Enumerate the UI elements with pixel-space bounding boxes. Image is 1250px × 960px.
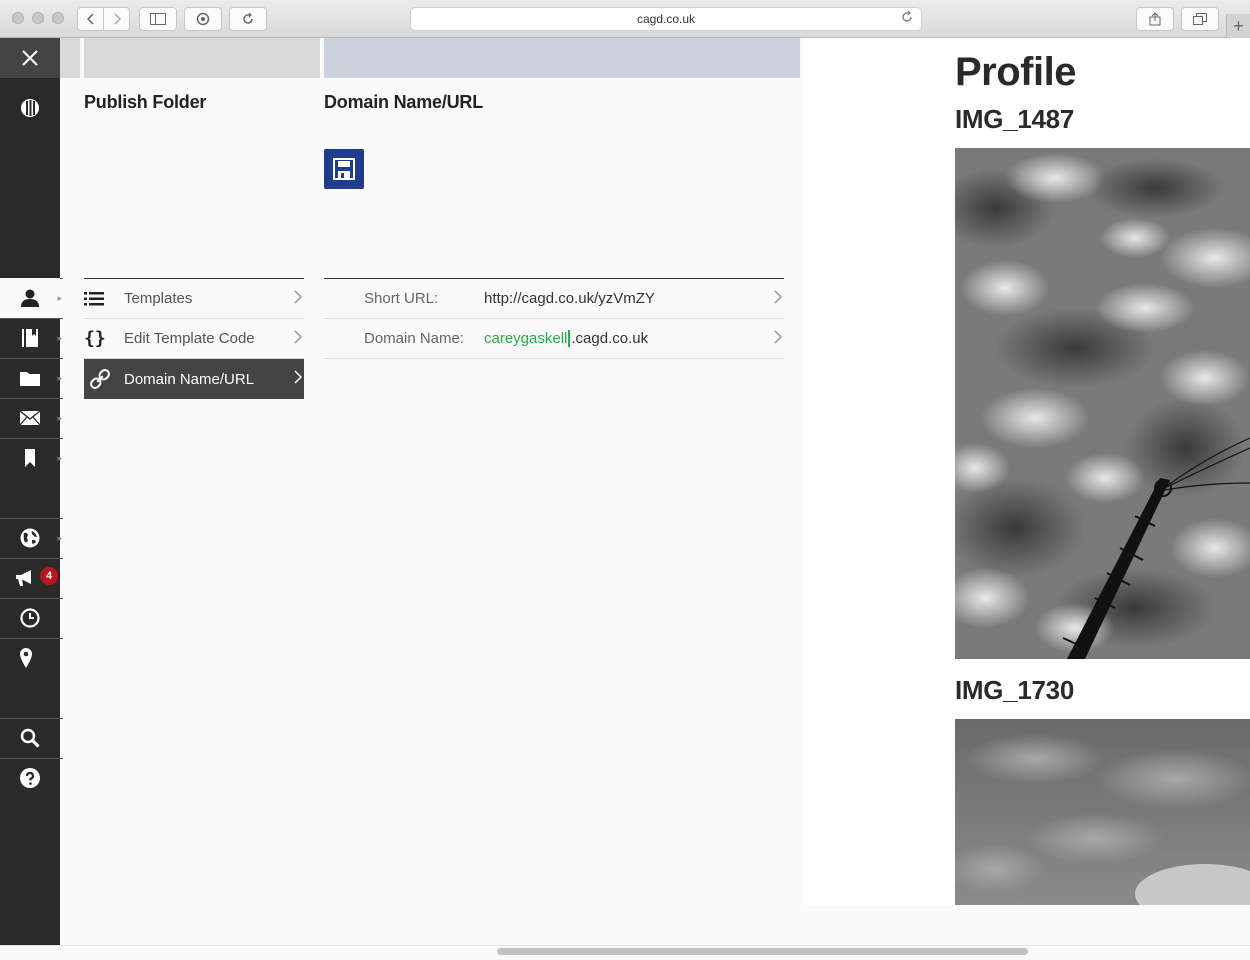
chevron-right-icon xyxy=(774,330,783,347)
image-caption: IMG_1487 xyxy=(955,104,1075,134)
logo-icon[interactable] xyxy=(0,88,60,128)
preview-image-sky[interactable] xyxy=(955,719,1250,905)
link-icon xyxy=(84,369,124,389)
app-sidebar: ▸ ▸ ▸ ▸ ▸ ▸ 4 xyxy=(0,38,63,945)
domain-name-row[interactable]: Domain Name: careygaskell .cagd.co.uk xyxy=(324,319,784,359)
share-icon[interactable] xyxy=(1136,7,1174,31)
address-text: cagd.co.uk xyxy=(636,12,696,26)
refresh-icon[interactable] xyxy=(229,7,267,31)
menu-item-label: Domain Name/URL xyxy=(124,370,255,388)
close-icon[interactable] xyxy=(0,38,60,78)
domain-name-title: Domain Name/URL xyxy=(324,92,484,112)
list-icon xyxy=(84,291,124,307)
address-bar[interactable]: cagd.co.uk xyxy=(410,7,922,31)
globe-icon[interactable]: ▸ xyxy=(0,518,62,558)
chevron-right-icon xyxy=(774,290,783,307)
braces-icon: {} xyxy=(84,328,106,349)
forward-icon[interactable] xyxy=(103,8,129,30)
subdomain-text: careygaskell xyxy=(484,329,568,347)
chevron-right-icon xyxy=(294,330,303,347)
zoom-window-button[interactable] xyxy=(52,12,64,24)
bookmark-icon[interactable]: ▸ xyxy=(0,438,62,478)
new-tab-icon[interactable]: + xyxy=(1226,14,1250,38)
save-button[interactable] xyxy=(324,149,364,189)
close-window-button[interactable] xyxy=(12,12,24,24)
location-pin-icon[interactable] xyxy=(0,638,60,678)
site-preview[interactable]: Profile IMG_1487 IMG_1730 xyxy=(803,38,1250,905)
menu-item-templates[interactable]: Templates xyxy=(84,279,304,319)
notification-badge: 4 xyxy=(40,567,58,585)
column-bar-edge xyxy=(60,38,80,78)
preview-image-clouds-pole[interactable] xyxy=(955,148,1250,659)
help-icon[interactable] xyxy=(0,758,60,798)
short-url-value: http://cagd.co.uk/yzVmZY xyxy=(484,290,655,307)
domain-suffix: .cagd.co.uk xyxy=(571,329,649,347)
publish-menu: Templates {} Edit Template Code Domain N… xyxy=(84,278,304,399)
domain-header-bar xyxy=(324,38,800,78)
folder-icon[interactable]: ▸ xyxy=(0,358,62,398)
megaphone-icon[interactable]: 4 xyxy=(0,558,60,598)
book-icon[interactable]: ▸ xyxy=(0,318,62,358)
clock-icon[interactable] xyxy=(0,598,60,638)
domain-properties: Short URL: http://cagd.co.uk/yzVmZY Doma… xyxy=(324,278,784,359)
mail-icon[interactable]: ▸ xyxy=(0,398,62,438)
domain-name-field[interactable]: careygaskell .cagd.co.uk xyxy=(484,330,648,348)
domain-name-label: Domain Name: xyxy=(364,330,465,347)
chevron-right-icon xyxy=(294,370,303,387)
floppy-disk-icon xyxy=(333,158,355,180)
history-nav xyxy=(77,7,130,31)
search-icon[interactable] xyxy=(0,718,60,758)
image-caption: IMG_1730 xyxy=(955,675,1075,705)
menu-item-label: Templates xyxy=(124,290,193,307)
menu-item-label: Edit Template Code xyxy=(124,330,255,347)
preview-title: Profile xyxy=(955,50,1076,94)
browser-toolbar: cagd.co.uk + xyxy=(0,0,1250,38)
privacy-icon[interactable] xyxy=(184,7,222,31)
user-icon[interactable]: ▸ xyxy=(0,278,62,318)
menu-item-domain-name-url[interactable]: Domain Name/URL xyxy=(84,359,304,399)
tabs-icon[interactable] xyxy=(1181,7,1219,31)
chevron-right-icon xyxy=(294,290,303,307)
publish-folder-title: Publish Folder xyxy=(84,92,207,112)
sidebar-toggle-icon[interactable] xyxy=(139,7,177,31)
publish-folder-header-bar xyxy=(84,38,320,78)
reload-icon[interactable] xyxy=(901,10,913,26)
short-url-row[interactable]: Short URL: http://cagd.co.uk/yzVmZY xyxy=(324,279,784,319)
menu-item-edit-template-code[interactable]: {} Edit Template Code xyxy=(84,319,304,359)
horizontal-scrollbar-thumb[interactable] xyxy=(497,948,1028,955)
back-icon[interactable] xyxy=(78,8,103,30)
short-url-label: Short URL: xyxy=(364,290,439,307)
minimize-window-button[interactable] xyxy=(32,12,44,24)
